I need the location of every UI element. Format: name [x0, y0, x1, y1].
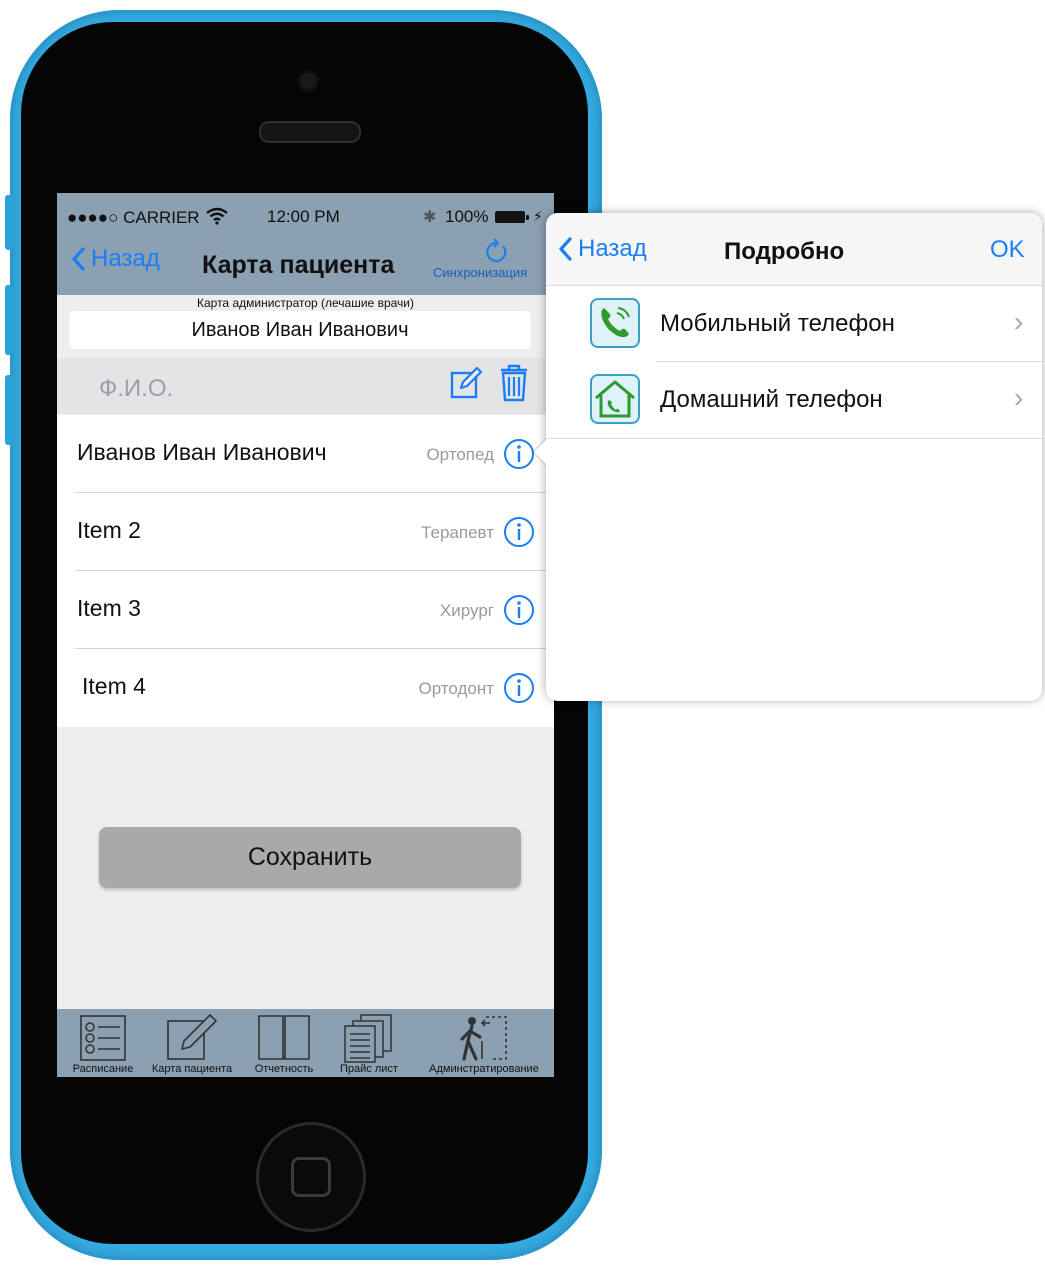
tab-patient-card[interactable]: Карта пациента — [145, 1009, 239, 1077]
earpiece-speaker — [259, 121, 361, 143]
phone-handset-icon — [601, 307, 630, 338]
status-time: 12:00 PM — [267, 207, 340, 226]
popover-header: Назад Подробно OK — [546, 213, 1042, 286]
status-bar: ●●●●○ CARRIER 12:00 PM ✱ 100% ⚡ — [57, 193, 554, 241]
save-button[interactable]: Сохранить — [99, 827, 521, 888]
popover-back-label: Назад — [578, 235, 647, 262]
book-icon — [258, 1015, 310, 1060]
home-button[interactable] — [256, 1122, 366, 1232]
sync-button[interactable]: Синхронизация — [433, 238, 553, 287]
admin-exit-icon — [460, 1016, 507, 1061]
info-icon[interactable] — [503, 594, 535, 626]
patient-name-field[interactable]: Иванов Иван Иванович — [69, 311, 531, 349]
tab-reports[interactable]: Отчетность — [243, 1009, 325, 1077]
doctor-specialty: Терапевт — [421, 523, 494, 542]
doctor-name: Item 3 — [77, 595, 141, 621]
carrier-label: ●●●●○ CARRIER — [67, 208, 200, 228]
back-button-label: Назад — [91, 245, 160, 272]
battery-icon — [495, 211, 529, 223]
carrier-name: CARRIER — [123, 208, 200, 227]
navigation-bar: ●●●●○ CARRIER 12:00 PM ✱ 100% ⚡ Назад Ка… — [57, 193, 554, 295]
popover-item-home-phone[interactable]: Домашний телефон › — [546, 362, 1042, 438]
popover-empty-area — [546, 438, 1042, 701]
home-button-square-icon — [291, 1157, 331, 1197]
page-title: Карта пациента — [202, 251, 395, 279]
doctor-name: Иванов Иван Иванович — [77, 439, 327, 465]
chevron-left-icon — [72, 247, 85, 271]
tab-administration[interactable]: Админстратирование — [417, 1009, 551, 1077]
popover-title: Подробно — [724, 238, 845, 265]
popover-item-label: Домашний телефон — [660, 386, 883, 413]
phone-side-button — [5, 375, 13, 445]
card-subtitle: Карта администратор (лечашие врачи) — [197, 296, 414, 310]
chevron-left-icon — [559, 237, 572, 261]
doctor-name: Item 4 — [82, 673, 146, 699]
phone-side-button — [5, 285, 13, 355]
front-camera — [297, 70, 319, 92]
tab-label: Отчетность — [254, 1063, 314, 1075]
tab-label: Админстратирование — [429, 1063, 539, 1075]
tab-schedule[interactable]: Расписание — [65, 1009, 141, 1077]
popover-arrow — [534, 438, 548, 466]
home-phone-icon — [590, 374, 640, 424]
fio-header: Ф.И.О. — [57, 358, 554, 414]
tab-label: Расписание — [72, 1063, 134, 1075]
doctor-list: Иванов Иван Иванович Ортопед Item 2 Тера… — [57, 415, 554, 727]
tab-label: Прайс лист — [340, 1063, 398, 1075]
charging-icon: ⚡ — [533, 208, 543, 224]
fio-label: Ф.И.О. — [99, 375, 174, 402]
info-icon[interactable] — [503, 516, 535, 548]
trash-icon[interactable] — [499, 364, 529, 402]
doctor-row[interactable]: Item 2 Терапевт — [57, 493, 554, 571]
wifi-icon — [206, 207, 228, 225]
popover-back-button[interactable]: Назад — [558, 235, 647, 263]
mobile-phone-icon — [590, 298, 640, 348]
chevron-right-icon: › — [1014, 382, 1024, 413]
back-button[interactable]: Назад — [71, 245, 160, 273]
house-phone-icon — [595, 380, 635, 418]
info-icon[interactable] — [503, 672, 535, 704]
ok-button[interactable]: OK — [990, 236, 1025, 264]
battery-percent: 100% — [445, 207, 489, 226]
refresh-icon — [486, 238, 507, 263]
popover-item-label: Мобильный телефон — [660, 310, 895, 337]
info-icon[interactable] — [503, 438, 535, 470]
doctor-name: Item 2 — [77, 517, 141, 543]
tab-bar: Расписание Карта пациента Отчетность Пра… — [57, 1009, 554, 1077]
doctor-specialty: Хирург — [439, 601, 494, 620]
schedule-list-icon — [80, 1015, 126, 1061]
sync-button-label: Синхронизация — [433, 265, 528, 280]
doctor-row[interactable]: Иванов Иван Иванович Ортопед — [57, 415, 554, 493]
tab-price-list[interactable]: Прайс лист — [329, 1009, 409, 1077]
phone-side-button — [5, 195, 13, 250]
details-popover: Назад Подробно OK Мобильный телефон › До… — [546, 213, 1042, 701]
doctor-specialty: Ортодонт — [418, 679, 494, 698]
chevron-right-icon: › — [1014, 306, 1024, 337]
edit-card-icon — [167, 1014, 217, 1060]
edit-icon[interactable] — [449, 366, 483, 400]
tab-label: Карта пациента — [151, 1063, 233, 1075]
doctor-row[interactable]: Item 3 Хирург — [57, 571, 554, 649]
phone-screen: ●●●●○ CARRIER 12:00 PM ✱ 100% ⚡ Назад Ка… — [57, 193, 554, 1077]
signal-strength-icon: ●●●●○ — [67, 208, 119, 227]
doctor-specialty: Ортопед — [426, 445, 494, 464]
popover-item-mobile-phone[interactable]: Мобильный телефон › — [546, 286, 1042, 362]
doctor-row[interactable]: Item 4 Ортодонт — [57, 649, 554, 727]
price-list-icon — [344, 1014, 392, 1063]
bluetooth-icon: ✱ — [423, 209, 437, 226]
